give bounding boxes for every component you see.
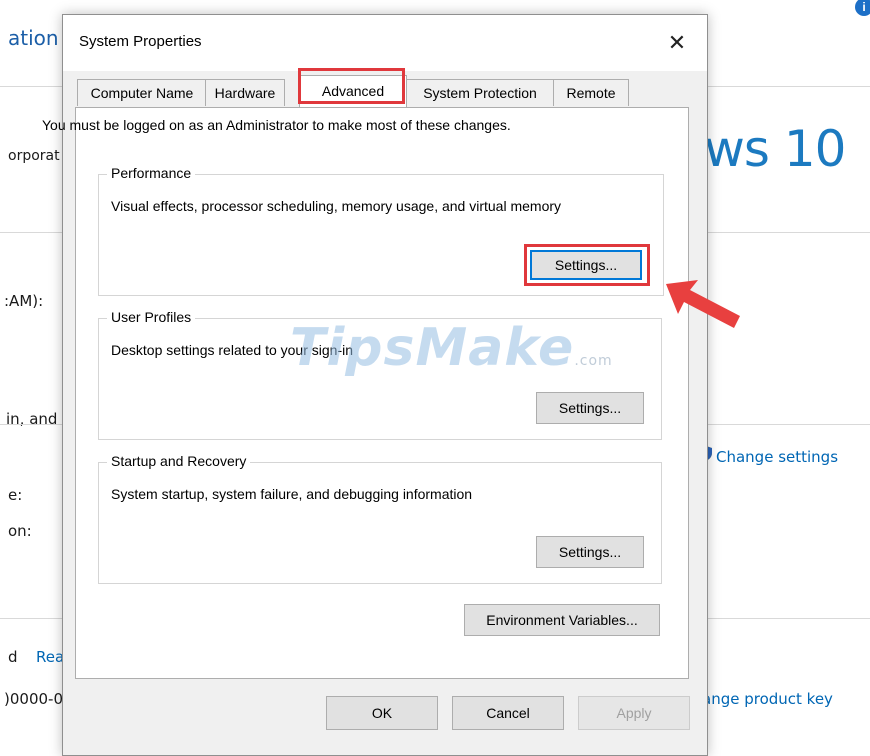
tab-hardware[interactable]: Hardware [205, 79, 285, 106]
tab-advanced[interactable]: Advanced [299, 75, 407, 107]
dialog-title: System Properties [79, 33, 202, 50]
user-profiles-description: Desktop settings related to your sign-in [111, 342, 354, 358]
performance-title: Performance [107, 165, 196, 181]
product-id-fragment: )0000-0 [4, 690, 63, 708]
performance-settings-button[interactable]: Settings... [530, 250, 642, 280]
divider [706, 618, 870, 619]
divider [0, 618, 62, 619]
startup-recovery-settings-button[interactable]: Settings... [536, 536, 644, 568]
setting-label-fragment: e: [8, 486, 23, 504]
read-link[interactable]: Rea [36, 648, 64, 666]
apply-button[interactable]: Apply [578, 696, 690, 730]
admin-notice: You must be logged on as an Administrato… [42, 117, 511, 133]
tab-remote[interactable]: Remote [553, 79, 629, 106]
tab-computer-name[interactable]: Computer Name [77, 79, 207, 106]
environment-variables-button[interactable]: Environment Variables... [464, 604, 660, 636]
divider [0, 232, 62, 233]
cancel-button[interactable]: Cancel [452, 696, 564, 730]
divider [706, 232, 870, 233]
close-icon[interactable]: ✕ [659, 25, 695, 61]
divider [0, 86, 62, 87]
user-profiles-title: User Profiles [107, 309, 196, 325]
corporation-fragment: orporat [8, 148, 60, 164]
divider [0, 424, 62, 425]
startup-recovery-title: Startup and Recovery [107, 453, 251, 469]
tab-system-protection[interactable]: System Protection [405, 79, 555, 106]
startup-recovery-description: System startup, system failure, and debu… [111, 486, 473, 502]
divider [706, 86, 870, 87]
change-product-key-link[interactable]: ange product key [702, 690, 833, 708]
pointer-arrow-icon [666, 280, 740, 328]
d-fragment: d [8, 648, 18, 666]
pen-touch-label-fragment: in, and [6, 410, 58, 428]
page-heading-fragment: ation [8, 26, 59, 50]
ok-button[interactable]: OK [326, 696, 438, 730]
ram-label-fragment: :AM): [4, 292, 44, 310]
windows-brand-text: ws 10 [704, 120, 846, 178]
setting-label-fragment: on: [8, 522, 32, 540]
info-icon[interactable]: i [855, 0, 870, 16]
user-profiles-settings-button[interactable]: Settings... [536, 392, 644, 424]
change-settings-link[interactable]: Change settings [716, 448, 838, 466]
divider [706, 424, 870, 425]
title-bar[interactable]: System Properties ✕ [63, 15, 707, 71]
performance-description: Visual effects, processor scheduling, me… [111, 198, 562, 214]
